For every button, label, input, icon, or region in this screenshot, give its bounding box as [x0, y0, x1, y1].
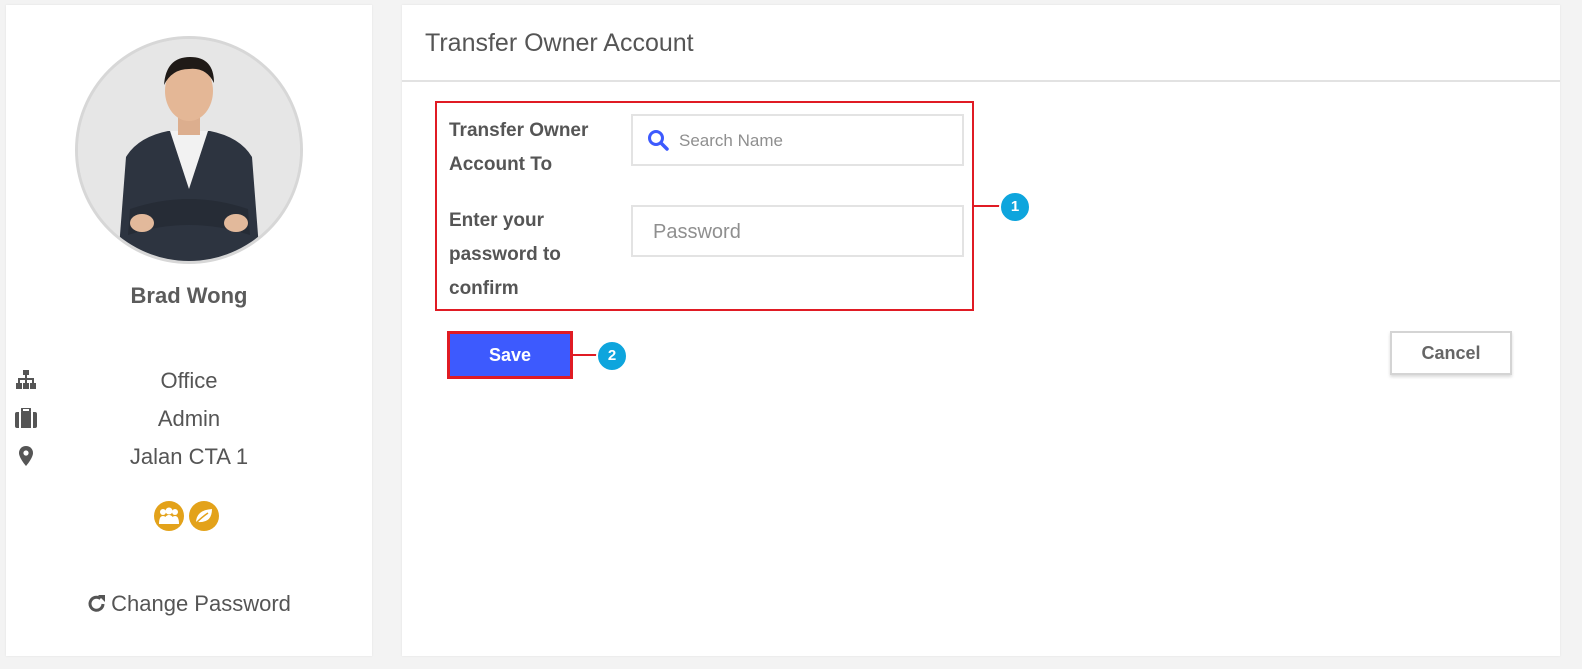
avatar [75, 36, 303, 264]
transfer-panel: Transfer Owner Account Transfer Owner Ac… [402, 5, 1560, 656]
panel-header: Transfer Owner Account [402, 5, 1560, 82]
transfer-to-label: Transfer Owner Account To [449, 120, 589, 175]
callout-1-line [974, 205, 1002, 207]
change-password-link[interactable]: Change Password [6, 591, 372, 620]
refresh-icon [87, 594, 107, 620]
avatar-photo [78, 39, 300, 261]
badges [154, 501, 224, 533]
profile-panel: Brad Wong Office Admin Jalan CTA 1 Chang… [6, 5, 372, 656]
role-row: Admin [6, 403, 372, 433]
role-text: Admin [157, 406, 221, 431]
password-label: Enter your password to confirm [449, 210, 561, 299]
group-badge-icon[interactable] [154, 501, 184, 531]
password-field[interactable] [631, 205, 964, 257]
department-row: Office [6, 365, 372, 395]
search-input[interactable] [677, 116, 961, 166]
search-name-field[interactable] [631, 114, 964, 166]
callout-1-badge: 1 [999, 191, 1031, 223]
location-text: Jalan CTA 1 [129, 444, 249, 469]
cancel-button[interactable]: Cancel [1390, 331, 1512, 375]
department-text: Office [160, 368, 218, 393]
user-name: Brad Wong [130, 283, 248, 308]
location-row: Jalan CTA 1 [6, 441, 372, 471]
leaf-badge-icon[interactable] [189, 501, 219, 531]
password-input[interactable] [651, 207, 955, 257]
change-password-label: Change Password [111, 591, 291, 616]
save-button[interactable]: Save [447, 331, 573, 379]
callout-2-badge: 2 [596, 340, 628, 372]
page-title: Transfer Owner Account [425, 29, 694, 57]
search-icon [647, 129, 669, 156]
